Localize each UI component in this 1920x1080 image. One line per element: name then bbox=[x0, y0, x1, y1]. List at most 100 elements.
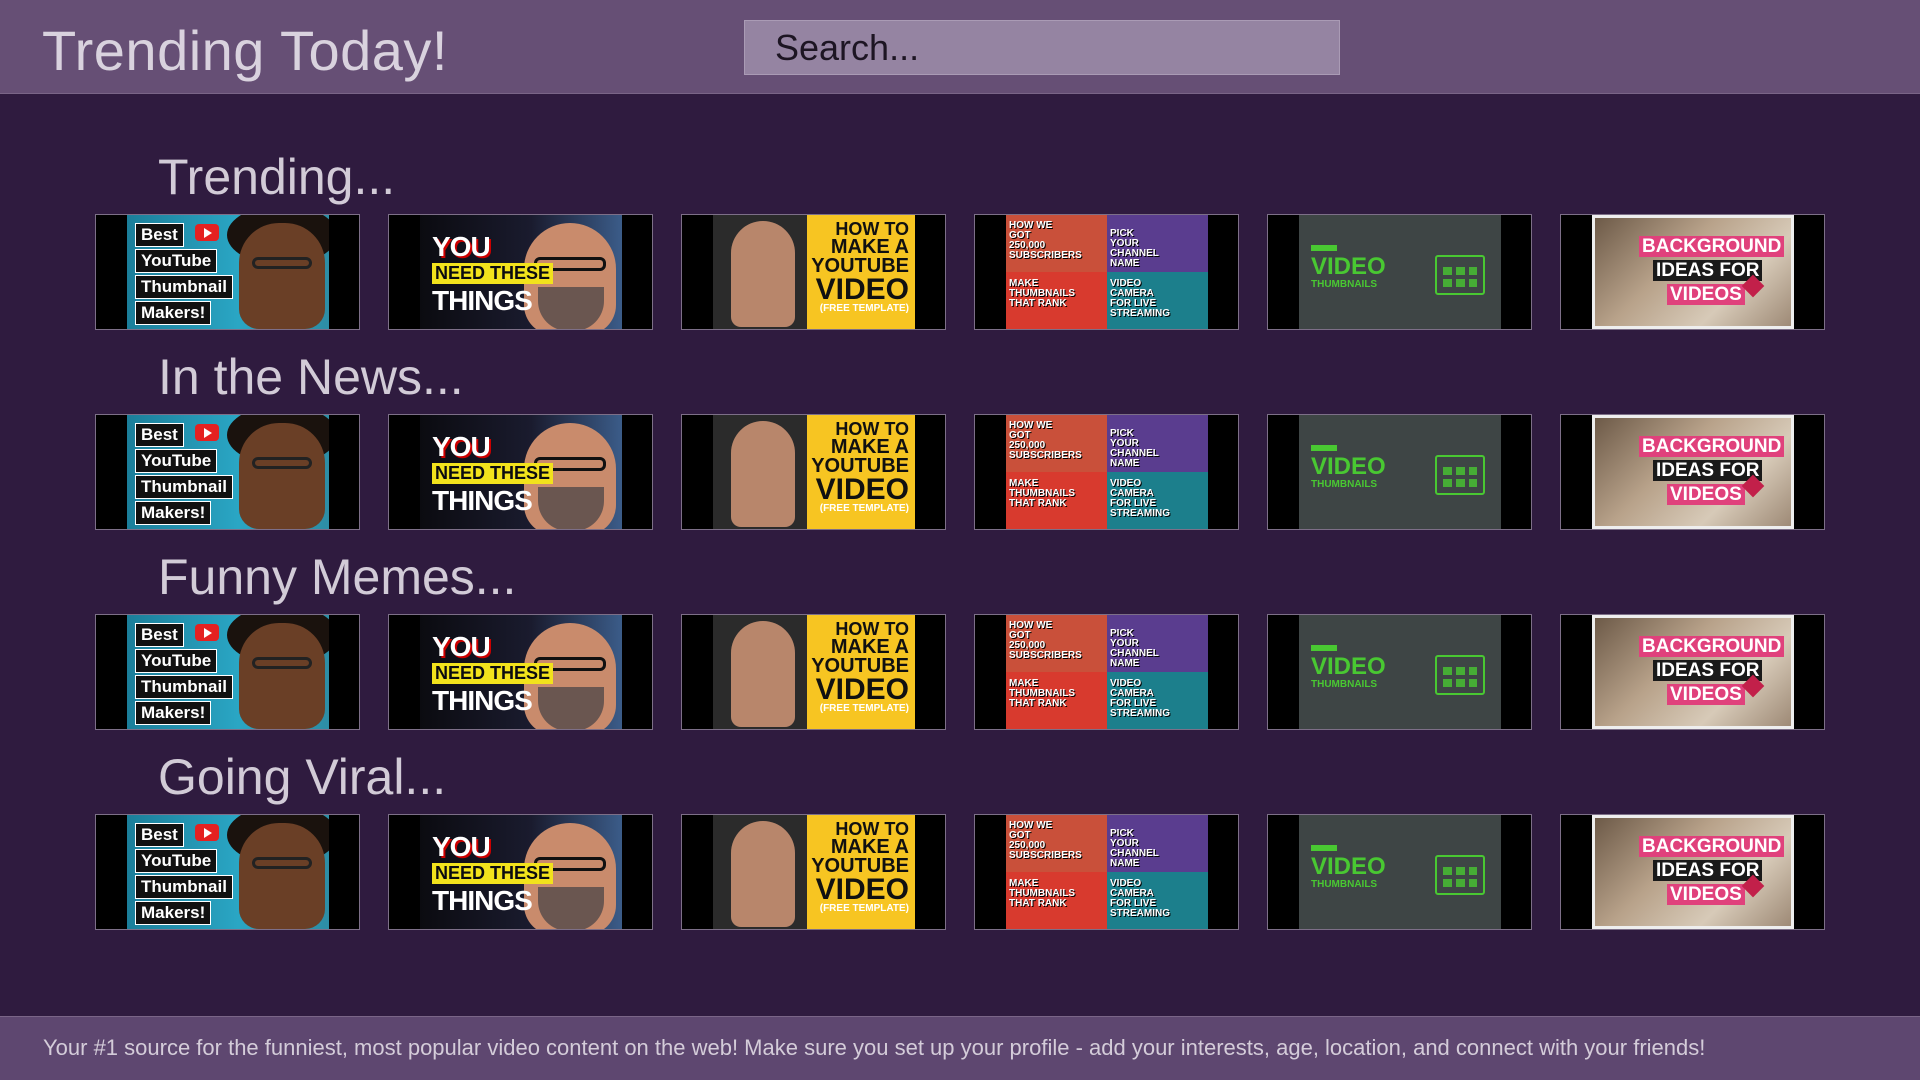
you-need-these-things-thumb[interactable]: YOU NEED THESE THINGS bbox=[420, 615, 622, 729]
channel-collage-thumb[interactable]: HOW WE GOT 250,000 SUBSCRIBERS PICK YOUR… bbox=[1006, 815, 1208, 929]
background-ideas-for-videos-thumb[interactable]: BACKGROUND IDEAS FOR VIDEOS bbox=[1592, 415, 1794, 529]
person-shape bbox=[731, 821, 795, 927]
video-tile[interactable]: YOU NEED THESE THINGS bbox=[388, 214, 653, 330]
video-tile[interactable]: BACKGROUND IDEAS FOR VIDEOS bbox=[1560, 214, 1825, 330]
thumb-line: (FREE TEMPLATE) bbox=[819, 703, 909, 714]
best-youtube-thumbnail-makers-thumb[interactable]: Best YouTube Thumbnail Makers! bbox=[127, 815, 329, 929]
glasses-shape bbox=[252, 257, 312, 269]
thumb-line: VIDEO bbox=[1311, 653, 1386, 680]
thumb-line: (FREE TEMPLATE) bbox=[819, 303, 909, 314]
video-tile[interactable]: YOU NEED THESE THINGS bbox=[388, 614, 653, 730]
youtube-play-icon bbox=[195, 624, 219, 641]
thumb-line: Thumbnail bbox=[135, 875, 233, 899]
thumb-line: HOW WE GOT 250,000 SUBSCRIBERS bbox=[1009, 620, 1082, 661]
thumb-line: VIDEO bbox=[815, 873, 909, 906]
video-thumbnails-thumb[interactable]: VIDEO THUMBNAILS bbox=[1299, 615, 1501, 729]
background-ideas-for-videos-thumb[interactable]: BACKGROUND IDEAS FOR VIDEOS bbox=[1592, 815, 1794, 929]
thumb-line: THINGS bbox=[432, 285, 533, 316]
best-youtube-thumbnail-makers-thumb[interactable]: Best YouTube Thumbnail Makers! bbox=[127, 215, 329, 329]
thumb-line: YOU bbox=[432, 631, 491, 662]
thumb-line: VIDEOS bbox=[1667, 484, 1745, 505]
video-tile[interactable]: VIDEO THUMBNAILS bbox=[1267, 814, 1532, 930]
thumb-line: THINGS bbox=[432, 485, 533, 516]
video-tile[interactable]: YOU NEED THESE THINGS bbox=[388, 814, 653, 930]
thumb-line: MAKE THUMBNAILS THAT RANK bbox=[1009, 278, 1076, 309]
thumb-line: PICK YOUR CHANNEL NAME bbox=[1110, 428, 1159, 469]
person-shape bbox=[731, 421, 795, 527]
video-tile[interactable]: HOW TO MAKE A YOUTUBE VIDEO (FREE TEMPLA… bbox=[681, 414, 946, 530]
you-need-these-things-thumb[interactable]: YOU NEED THESE THINGS bbox=[420, 215, 622, 329]
video-tile[interactable]: HOW TO MAKE A YOUTUBE VIDEO (FREE TEMPLA… bbox=[681, 214, 946, 330]
video-tile[interactable]: Best YouTube Thumbnail Makers! bbox=[95, 414, 360, 530]
background-ideas-for-videos-thumb[interactable]: BACKGROUND IDEAS FOR VIDEOS bbox=[1592, 615, 1794, 729]
thumbnail-row: Best YouTube Thumbnail Makers! YOU NEED … bbox=[95, 614, 1825, 730]
thumb-line: Best bbox=[135, 223, 184, 247]
how-to-make-a-youtube-video-thumb[interactable]: HOW TO MAKE A YOUTUBE VIDEO (FREE TEMPLA… bbox=[713, 215, 915, 329]
thumb-line: YouTube bbox=[135, 849, 218, 873]
thumb-line: VIDEO CAMERA FOR LIVE STREAMING bbox=[1110, 878, 1170, 919]
video-tile[interactable]: Best YouTube Thumbnail Makers! bbox=[95, 214, 360, 330]
video-thumbnails-thumb[interactable]: VIDEO THUMBNAILS bbox=[1299, 215, 1501, 329]
channel-collage-thumb[interactable]: HOW WE GOT 250,000 SUBSCRIBERS PICK YOUR… bbox=[1006, 215, 1208, 329]
tag-bar bbox=[1311, 245, 1337, 251]
thumb-line: Best bbox=[135, 423, 184, 447]
thumb-line: THUMBNAILS bbox=[1311, 679, 1378, 690]
top-bar: Trending Today! bbox=[0, 0, 1920, 94]
thumb-line: THINGS bbox=[432, 685, 533, 716]
best-youtube-thumbnail-makers-thumb[interactable]: Best YouTube Thumbnail Makers! bbox=[127, 415, 329, 529]
thumb-line: THUMBNAILS bbox=[1311, 879, 1378, 890]
thumb-line: YouTube bbox=[135, 649, 218, 673]
you-need-these-things-thumb[interactable]: YOU NEED THESE THINGS bbox=[420, 815, 622, 929]
thumb-line: Best bbox=[135, 823, 184, 847]
video-tile[interactable]: HOW WE GOT 250,000 SUBSCRIBERS PICK YOUR… bbox=[974, 214, 1239, 330]
grid-icon bbox=[1435, 855, 1485, 895]
thumb-line: VIDEO bbox=[815, 673, 909, 706]
section-title: Trending... bbox=[158, 149, 396, 205]
how-to-make-a-youtube-video-thumb[interactable]: HOW TO MAKE A YOUTUBE VIDEO (FREE TEMPLA… bbox=[713, 415, 915, 529]
beard-shape bbox=[538, 487, 604, 529]
search-box[interactable] bbox=[744, 20, 1340, 75]
search-input[interactable] bbox=[745, 21, 1339, 74]
page-title: Trending Today! bbox=[42, 19, 448, 82]
tag-bar bbox=[1311, 645, 1337, 651]
thumb-line: BACKGROUND bbox=[1639, 236, 1785, 257]
section-title: In the News... bbox=[158, 349, 464, 405]
video-tile[interactable]: HOW TO MAKE A YOUTUBE VIDEO (FREE TEMPLA… bbox=[681, 814, 946, 930]
video-tile[interactable]: HOW WE GOT 250,000 SUBSCRIBERS PICK YOUR… bbox=[974, 414, 1239, 530]
how-to-make-a-youtube-video-thumb[interactable]: HOW TO MAKE A YOUTUBE VIDEO (FREE TEMPLA… bbox=[713, 615, 915, 729]
glasses-shape bbox=[252, 457, 312, 469]
thumb-line: VIDEO bbox=[1311, 853, 1386, 880]
thumb-line: VIDEOS bbox=[1667, 284, 1745, 305]
video-tile[interactable]: HOW TO MAKE A YOUTUBE VIDEO (FREE TEMPLA… bbox=[681, 614, 946, 730]
thumbnail-row: Best YouTube Thumbnail Makers! YOU NEED … bbox=[95, 414, 1825, 530]
glasses-shape bbox=[252, 657, 312, 669]
how-to-make-a-youtube-video-thumb[interactable]: HOW TO MAKE A YOUTUBE VIDEO (FREE TEMPLA… bbox=[713, 815, 915, 929]
video-tile[interactable]: BACKGROUND IDEAS FOR VIDEOS bbox=[1560, 814, 1825, 930]
video-tile[interactable]: YOU NEED THESE THINGS bbox=[388, 414, 653, 530]
glasses-shape bbox=[252, 857, 312, 869]
channel-collage-thumb[interactable]: HOW WE GOT 250,000 SUBSCRIBERS PICK YOUR… bbox=[1006, 415, 1208, 529]
video-tile[interactable]: BACKGROUND IDEAS FOR VIDEOS bbox=[1560, 614, 1825, 730]
you-need-these-things-thumb[interactable]: YOU NEED THESE THINGS bbox=[420, 415, 622, 529]
video-tile[interactable]: BACKGROUND IDEAS FOR VIDEOS bbox=[1560, 414, 1825, 530]
video-tile[interactable]: VIDEO THUMBNAILS bbox=[1267, 214, 1532, 330]
video-tile[interactable]: Best YouTube Thumbnail Makers! bbox=[95, 814, 360, 930]
video-tile[interactable]: HOW WE GOT 250,000 SUBSCRIBERS PICK YOUR… bbox=[974, 814, 1239, 930]
video-tile[interactable]: Best YouTube Thumbnail Makers! bbox=[95, 614, 360, 730]
person-shape bbox=[731, 621, 795, 727]
channel-collage-thumb[interactable]: HOW WE GOT 250,000 SUBSCRIBERS PICK YOUR… bbox=[1006, 615, 1208, 729]
background-ideas-for-videos-thumb[interactable]: BACKGROUND IDEAS FOR VIDEOS bbox=[1592, 215, 1794, 329]
video-tile[interactable]: VIDEO THUMBNAILS bbox=[1267, 414, 1532, 530]
tag-bar bbox=[1311, 445, 1337, 451]
thumb-line: VIDEO CAMERA FOR LIVE STREAMING bbox=[1110, 678, 1170, 719]
thumb-line: YOU bbox=[432, 831, 491, 862]
thumb-line: PICK YOUR CHANNEL NAME bbox=[1110, 628, 1159, 669]
video-tile[interactable]: VIDEO THUMBNAILS bbox=[1267, 614, 1532, 730]
video-thumbnails-thumb[interactable]: VIDEO THUMBNAILS bbox=[1299, 815, 1501, 929]
video-tile[interactable]: HOW WE GOT 250,000 SUBSCRIBERS PICK YOUR… bbox=[974, 614, 1239, 730]
thumb-line: PICK YOUR CHANNEL NAME bbox=[1110, 828, 1159, 869]
section-title: Funny Memes... bbox=[158, 549, 517, 605]
best-youtube-thumbnail-makers-thumb[interactable]: Best YouTube Thumbnail Makers! bbox=[127, 615, 329, 729]
video-thumbnails-thumb[interactable]: VIDEO THUMBNAILS bbox=[1299, 415, 1501, 529]
grid-icon bbox=[1435, 455, 1485, 495]
